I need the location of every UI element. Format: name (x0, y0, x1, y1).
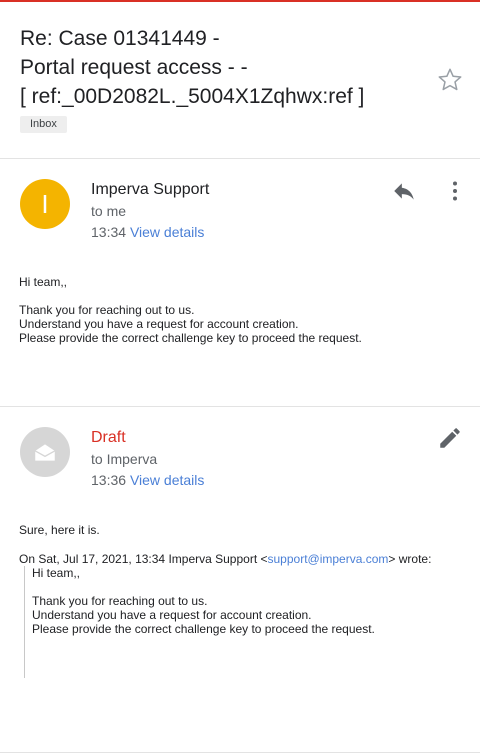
sender-avatar[interactable]: I (20, 179, 70, 229)
draft-body: Sure, here it is. (19, 523, 100, 537)
sender-name[interactable]: Imperva Support (91, 180, 209, 200)
body-line: Hi team,, (19, 275, 68, 289)
inbox-label-chip[interactable]: Inbox (20, 116, 67, 133)
draft-avatar[interactable] (20, 427, 70, 477)
divider (0, 158, 480, 159)
body-line: Sure, here it is. (19, 523, 100, 537)
more-vert-icon[interactable] (441, 177, 469, 205)
message-time-row: 13:34 View details (91, 223, 204, 241)
edit-pencil-icon[interactable] (436, 424, 464, 452)
body-line: Understand you have a request for accoun… (19, 317, 299, 331)
body-line: Thank you for reaching out to us. (19, 303, 195, 317)
quote-attribution: On Sat, Jul 17, 2021, 13:34 Imperva Supp… (19, 552, 431, 566)
divider (0, 406, 480, 407)
message-body: Hi team,, Thank you for reaching out to … (19, 275, 362, 345)
quote-line (32, 580, 375, 594)
subject-line: Portal request access - - (20, 56, 248, 79)
quote-attribution-prefix: On Sat, Jul 17, 2021, 13:34 Imperva Supp… (19, 552, 268, 566)
subject-line: [ ref:_00D2082L._5004X1Zqhwx:ref ] (20, 85, 365, 108)
quote-line: Thank you for reaching out to us. (32, 594, 208, 608)
star-icon[interactable] (436, 66, 464, 94)
quote-attribution-suffix: > wrote: (388, 552, 432, 566)
divider (0, 752, 480, 753)
subject-line: Re: Case 01341449 - (20, 27, 220, 50)
thread-subject: Re: Case 01341449 - Portal request acces… (20, 24, 420, 111)
quote-line: Understand you have a request for accoun… (32, 608, 312, 622)
message-time-row: 13:36 View details (91, 471, 204, 489)
draft-envelope-icon (34, 444, 56, 461)
recipient-line: to Imperva (91, 451, 158, 467)
message-time: 13:36 (91, 472, 127, 488)
reply-icon[interactable] (390, 177, 418, 205)
quote-line: Please provide the correct challenge key… (32, 622, 375, 636)
draft-label[interactable]: Draft (91, 428, 126, 448)
body-line: Please provide the correct challenge key… (19, 331, 362, 345)
sender-email-link[interactable]: support@imperva.com (268, 552, 389, 566)
message-time: 13:34 (91, 224, 127, 240)
view-details-link[interactable]: View details (130, 224, 204, 240)
view-details-link[interactable]: View details (130, 472, 204, 488)
top-accent-bar (0, 0, 480, 2)
recipient-line: to me (91, 203, 127, 219)
quoted-text: Hi team,, Thank you for reaching out to … (32, 566, 375, 636)
quote-line: Hi team,, (32, 566, 81, 580)
quote-bar (24, 566, 25, 678)
body-line (19, 289, 362, 303)
